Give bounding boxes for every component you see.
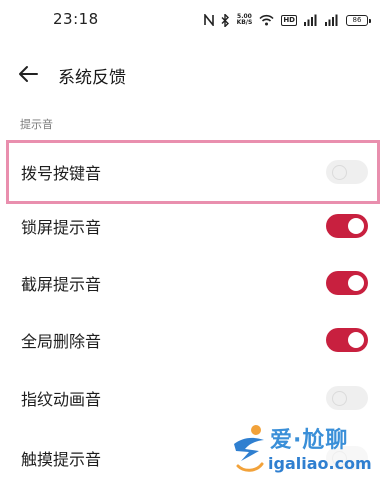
status-time: 23:18 [53, 10, 99, 28]
toggle-knob [332, 390, 347, 406]
setting-label: 截屏提示音 [21, 275, 102, 294]
battery-level: 86 [352, 16, 362, 24]
setting-label: 全局删除音 [21, 332, 102, 351]
network-speed-unit: KB/S [236, 19, 253, 26]
status-bar: 23:18 5.00 KB/S HD 86 [0, 0, 386, 40]
lock-screen-tone-toggle[interactable] [326, 214, 368, 238]
toggle-knob [348, 275, 364, 291]
touch-tone-toggle[interactable] [326, 446, 368, 470]
setting-label: 拨号按键音 [21, 164, 102, 183]
setting-label: 触摸提示音 [21, 450, 102, 469]
bluetooth-icon [221, 13, 229, 27]
hd-badge: HD [281, 14, 297, 26]
signal-1-icon [304, 14, 317, 26]
toggle-knob [332, 450, 347, 466]
setting-row-delete-tone[interactable]: 全局删除音 [0, 312, 386, 368]
setting-label: 锁屏提示音 [21, 218, 102, 237]
toggle-knob [332, 164, 347, 180]
nfc-icon [203, 14, 214, 26]
header: 系统反馈 [0, 52, 386, 96]
toggle-knob [348, 218, 364, 234]
setting-row-screenshot-tone[interactable]: 截屏提示音 [0, 255, 386, 311]
page-title: 系统反馈 [58, 68, 126, 88]
network-speed: 5.00 KB/S [237, 14, 253, 26]
dial-keypad-tone-toggle[interactable] [326, 160, 368, 184]
wifi-icon [259, 14, 274, 26]
setting-label: 指纹动画音 [21, 390, 102, 409]
setting-row-touch-tone[interactable]: 触摸提示音 [0, 430, 386, 486]
toggle-knob [348, 332, 364, 348]
signal-2-icon [325, 14, 338, 26]
status-icons: 5.00 KB/S HD 86 [203, 11, 371, 29]
setting-row-lock-screen-tone[interactable]: 锁屏提示音 [0, 198, 386, 254]
fingerprint-animation-tone-toggle[interactable] [326, 386, 368, 410]
setting-row-fingerprint-animation-tone[interactable]: 指纹动画音 [0, 370, 386, 426]
battery-icon: 86 [346, 14, 371, 26]
setting-row-dial-keypad-tone[interactable]: 拨号按键音 [0, 144, 386, 200]
section-label: 提示音 [20, 118, 53, 131]
delete-tone-toggle[interactable] [326, 328, 368, 352]
back-arrow-icon[interactable] [15, 61, 41, 87]
screenshot-tone-toggle[interactable] [326, 271, 368, 295]
